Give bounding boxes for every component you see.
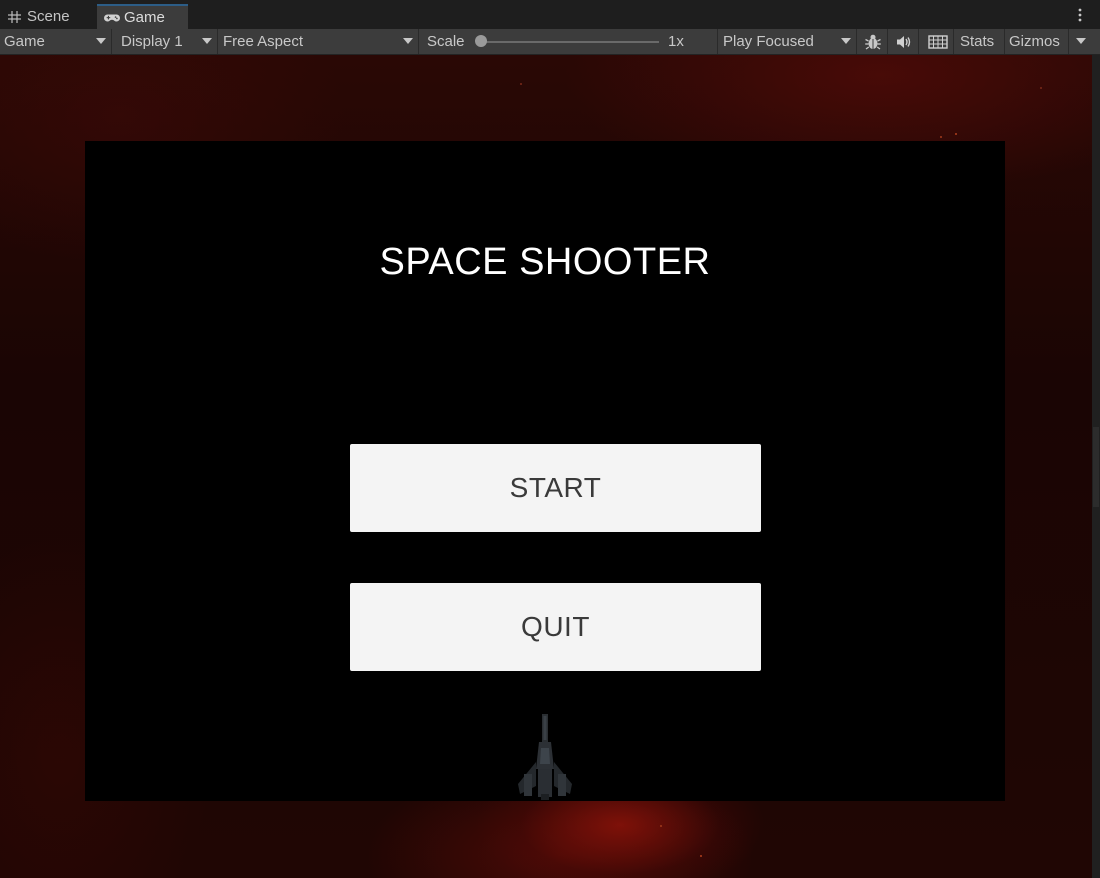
shortcuts-button[interactable] — [922, 29, 954, 54]
scrollbar-thumb[interactable] — [1093, 427, 1099, 507]
unity-editor: Scene Game Game Display 1 Free Aspect Sc… — [0, 0, 1100, 878]
tab-game[interactable]: Game — [97, 4, 188, 29]
more-options-icon[interactable] — [1078, 8, 1082, 22]
chevron-down-icon — [1076, 38, 1086, 44]
aspect-dropdown[interactable]: Free Aspect — [219, 29, 419, 54]
tab-bar: Scene Game — [0, 0, 1100, 30]
star-particle — [660, 825, 662, 827]
display-dropdown[interactable]: Display 1 — [117, 29, 218, 54]
keyboard-grid-icon — [927, 34, 948, 49]
view-type-dropdown-label: Game — [4, 33, 45, 50]
chevron-down-icon — [96, 38, 106, 44]
scale-label: Scale — [427, 33, 465, 50]
player-spaceship-sprite — [518, 714, 572, 800]
chevron-down-icon — [202, 38, 212, 44]
display-dropdown-label: Display 1 — [121, 33, 183, 50]
chevron-down-icon — [841, 38, 851, 44]
scale-slider-handle[interactable] — [475, 35, 487, 47]
tab-scene[interactable]: Scene — [0, 4, 92, 29]
game-title: SPACE SHOOTER — [379, 241, 711, 283]
tab-game-label: Game — [124, 9, 165, 26]
view-type-dropdown[interactable]: Game — [0, 29, 112, 54]
scale-value: 1x — [668, 33, 684, 50]
scale-slider-track[interactable] — [481, 41, 659, 43]
audio-icon — [896, 35, 910, 48]
star-particle — [940, 136, 942, 138]
quit-button[interactable]: QUIT — [350, 583, 761, 671]
game-viewport[interactable]: SPACE SHOOTER START QUIT — [0, 55, 1092, 878]
main-menu-panel: SPACE SHOOTER START QUIT — [85, 141, 1005, 801]
tab-scene-label: Scene — [27, 8, 70, 25]
start-button[interactable]: START — [350, 444, 761, 532]
stats-button[interactable]: Stats — [955, 29, 1005, 54]
star-particle — [520, 83, 522, 85]
bug-button[interactable] — [858, 29, 888, 54]
mute-audio-button[interactable] — [889, 29, 919, 54]
play-mode-dropdown[interactable]: Play Focused — [719, 29, 857, 54]
scale-control: Scale 1x — [423, 29, 718, 54]
gizmos-dropdown[interactable]: Gizmos — [1005, 29, 1100, 54]
game-view-toolbar: Game Display 1 Free Aspect Scale 1x Play… — [0, 29, 1100, 55]
vertical-scrollbar[interactable] — [1092, 55, 1100, 878]
divider — [1068, 29, 1069, 54]
gizmos-button-label: Gizmos — [1009, 33, 1060, 50]
grid-hash-icon — [8, 10, 21, 23]
stats-button-label: Stats — [960, 33, 995, 50]
star-particle — [700, 855, 702, 857]
play-mode-dropdown-label: Play Focused — [723, 33, 814, 50]
chevron-down-icon — [403, 38, 413, 44]
star-particle — [955, 133, 957, 135]
star-particle — [1040, 87, 1042, 89]
bug-icon — [864, 34, 881, 50]
gamepad-icon — [104, 13, 120, 22]
aspect-dropdown-label: Free Aspect — [223, 33, 304, 50]
